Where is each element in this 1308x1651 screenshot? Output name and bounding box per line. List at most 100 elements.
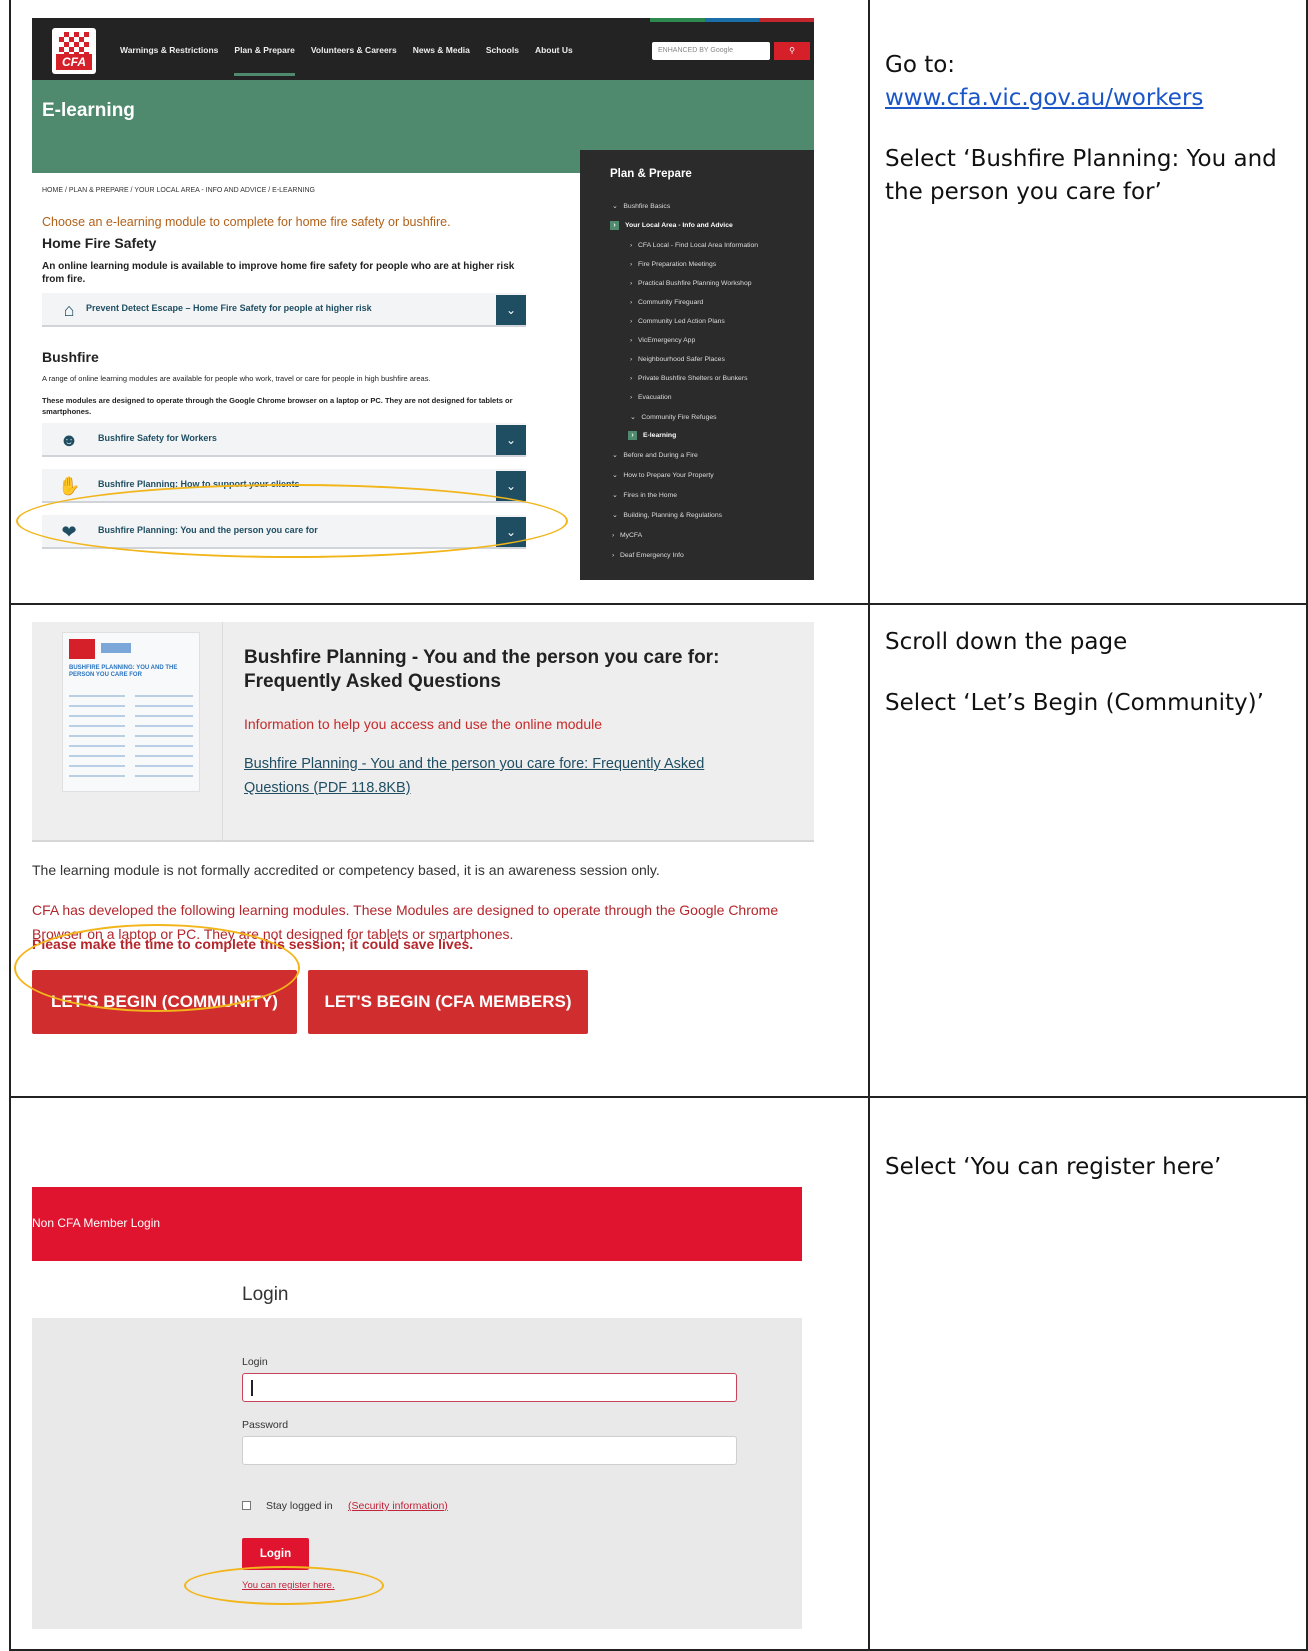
nav-item[interactable]: Schools xyxy=(486,45,519,76)
cfa-logo[interactable]: CFA xyxy=(52,28,96,74)
faq-title: Bushfire Planning - You and the person y… xyxy=(244,647,720,692)
begin-members-button[interactable]: LET'S BEGIN (CFA MEMBERS) xyxy=(308,970,588,1034)
search-icon: ⚲ xyxy=(789,46,795,55)
chevron-down-icon: ⌄ xyxy=(630,414,636,421)
header-color-strip xyxy=(650,18,814,22)
search-input[interactable]: ENHANCED BY Google xyxy=(652,42,770,60)
elearning-screenshot: CFA Warnings & Restrictions Plan & Prepa… xyxy=(32,18,814,580)
chevron-right-icon: › xyxy=(628,431,637,440)
pdf-thumbnail[interactable]: BUSHFIRE PLANNING: YOU AND THE PERSON YO… xyxy=(62,632,200,792)
faq-info: Information to help you access and use t… xyxy=(244,716,603,732)
nav-item[interactable]: About Us xyxy=(535,45,573,76)
nav-item[interactable]: Warnings & Restrictions xyxy=(120,45,218,76)
sidebar-subitem-active[interactable]: › E-learning xyxy=(628,431,676,440)
instruction-step-2: Scroll down the page Select ‘Let’s Begin… xyxy=(885,626,1305,748)
instruction-step-3: Select ‘You can register here’ xyxy=(885,1151,1295,1212)
breadcrumb[interactable]: HOME / PLAN & PREPARE / YOUR LOCAL AREA … xyxy=(42,187,315,194)
sidebar-subitem[interactable]: › Private Bushfire Shelters or Bunkers xyxy=(630,375,748,382)
accordion-label: Prevent Detect Escape – Home Fire Safety… xyxy=(86,303,372,313)
nav-item[interactable]: Volunteers & Careers xyxy=(311,45,397,76)
login-heading: Login xyxy=(242,1284,289,1305)
handshake-icon: ✋ xyxy=(58,476,81,496)
register-link[interactable]: You can register here. xyxy=(242,1580,335,1591)
sidebar-item[interactable]: ⌄ Fires in the Home xyxy=(612,491,677,499)
accordion-label: Bushfire Planning: You and the person yo… xyxy=(98,525,318,535)
login-label: Login xyxy=(242,1356,268,1368)
main-content: HOME / PLAN & PREPARE / YOUR LOCAL AREA … xyxy=(32,173,580,580)
accordion-clients[interactable]: ✋ Bushfire Planning: How to support your… xyxy=(42,469,526,503)
faq-card: BUSHFIRE PLANNING: YOU AND THE PERSON YO… xyxy=(32,622,814,842)
sidebar-item[interactable]: ⌄ How to Prepare Your Property xyxy=(612,471,714,479)
hand-heart-icon: ❤ xyxy=(61,522,77,542)
instruction-text: Select ‘You can register here’ xyxy=(885,1154,1222,1180)
login-input[interactable] xyxy=(242,1373,737,1402)
sidebar-item[interactable]: ⌄ Before and During a Fire xyxy=(612,451,698,459)
sidebar-subitem[interactable]: › Fire Preparation Meetings xyxy=(630,261,716,268)
sidebar-title: Plan & Prepare xyxy=(610,168,692,180)
workers-link[interactable]: www.cfa.vic.gov.au/workers xyxy=(885,85,1203,111)
instruction-text: Select ‘Bushfire Planning: You and the p… xyxy=(885,146,1277,205)
password-input[interactable] xyxy=(242,1436,737,1465)
cfa-logo xyxy=(69,639,95,659)
login-header-bar: Non CFA Member Login xyxy=(32,1187,802,1261)
row-divider xyxy=(9,603,1308,605)
sidebar-item[interactable]: › Deaf Emergency Info xyxy=(612,552,684,559)
stay-logged-in-checkbox[interactable] xyxy=(242,1501,251,1510)
stay-logged-in-label: Stay logged in xyxy=(266,1500,333,1512)
home-fire-heading: Home Fire Safety xyxy=(42,235,157,251)
instruction-text: Select ‘Let’s Begin (Community)’ xyxy=(885,690,1264,716)
sidebar-subitem[interactable]: › VicEmergency App xyxy=(630,337,695,344)
nav-item[interactable]: News & Media xyxy=(413,45,470,76)
instruction-step-1: Go to: www.cfa.vic.gov.au/workers Select… xyxy=(885,49,1295,237)
text-caret xyxy=(251,1380,253,1396)
sidebar: Plan & Prepare ⌄ Bushfire Basics › Your L… xyxy=(580,150,814,580)
sidebar-item-active[interactable]: › Your Local Area - Info and Advice xyxy=(610,221,733,230)
password-label: Password xyxy=(242,1419,289,1431)
column-divider xyxy=(868,0,870,1651)
sidebar-subitem[interactable]: › Community Led Action Plans xyxy=(630,318,725,325)
sidebar-item[interactable]: ⌄ Bushfire Basics xyxy=(612,202,670,210)
chevron-down-icon: ⌄ xyxy=(612,203,618,210)
partner-logo xyxy=(101,643,131,653)
begin-community-button[interactable]: LET'S BEGIN (COMMUNITY) xyxy=(32,970,297,1034)
time-note: Please make the time to complete this se… xyxy=(32,936,474,952)
chevron-right-icon: › xyxy=(610,221,619,230)
row-divider xyxy=(9,1096,1308,1098)
accreditation-note: The learning module is not formally accr… xyxy=(32,862,660,878)
search-button[interactable]: ⚲ xyxy=(774,42,810,60)
sidebar-subitem[interactable]: › Neighbourhood Safer Places xyxy=(630,356,725,363)
sidebar-item[interactable]: › MyCFA xyxy=(612,532,642,539)
faq-screenshot: BUSHFIRE PLANNING: YOU AND THE PERSON YO… xyxy=(32,622,814,1050)
sidebar-subitem[interactable]: › Practical Bushfire Planning Workshop xyxy=(630,280,752,287)
nav-item-active[interactable]: Plan & Prepare xyxy=(234,45,295,76)
sidebar-subitem[interactable]: › CFA Local - Find Local Area Informatio… xyxy=(630,242,758,249)
sidebar-item[interactable]: ⌄ Building, Planning & Regulations xyxy=(612,511,722,519)
intro-text: Choose an e-learning module to complete … xyxy=(42,215,451,229)
sidebar-subitem[interactable]: › Community Fireguard xyxy=(630,299,703,306)
chevron-down-icon[interactable]: ⌄ xyxy=(496,517,526,547)
accordion-home-fire[interactable]: ⌂ Prevent Detect Escape – Home Fire Safe… xyxy=(42,293,526,327)
chevron-down-icon[interactable]: ⌄ xyxy=(496,425,526,455)
chevron-down-icon[interactable]: ⌄ xyxy=(496,295,526,325)
login-header-text: Non CFA Member Login xyxy=(32,1216,161,1230)
chevron-down-icon: ⌄ xyxy=(612,512,618,519)
chevron-down-icon[interactable]: ⌄ xyxy=(496,471,526,501)
accordion-label: Bushfire Planning: How to support your c… xyxy=(98,479,300,489)
main-nav: Warnings & Restrictions Plan & Prepare V… xyxy=(120,45,573,76)
page-title: E-learning xyxy=(42,100,135,121)
security-info-link[interactable]: (Security information) xyxy=(348,1500,448,1512)
home-fire-text: An online learning module is available t… xyxy=(42,261,515,285)
chevron-down-icon: ⌄ xyxy=(612,452,618,459)
chevron-down-icon: ⌄ xyxy=(612,472,618,479)
faq-pdf-link[interactable]: Bushfire Planning - You and the person y… xyxy=(244,752,724,800)
accordion-care-for[interactable]: ❤ Bushfire Planning: You and the person … xyxy=(42,515,526,549)
people-icon: ☻ xyxy=(59,430,79,450)
sidebar-subitem[interactable]: › Evacuation xyxy=(630,394,672,401)
instruction-text: Scroll down the page xyxy=(885,629,1128,655)
thumbnail-title: BUSHFIRE PLANNING: YOU AND THE PERSON YO… xyxy=(69,665,178,678)
accordion-workers[interactable]: ☻ Bushfire Safety for Workers ⌄ xyxy=(42,423,526,457)
accordion-label: Bushfire Safety for Workers xyxy=(98,433,217,443)
login-button[interactable]: Login xyxy=(242,1538,309,1570)
sidebar-subitem[interactable]: ⌄ Community Fire Refuges xyxy=(630,413,717,421)
login-form xyxy=(32,1318,802,1629)
